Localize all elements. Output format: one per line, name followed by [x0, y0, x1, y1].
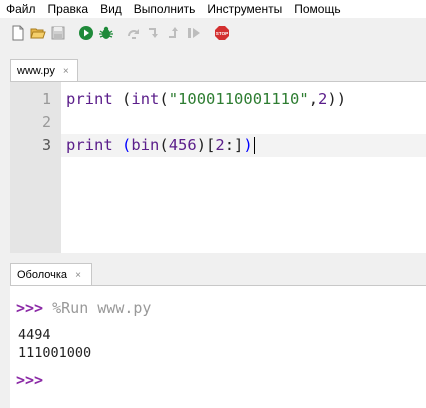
shell-input-line[interactable]: >>>	[16, 368, 426, 392]
line-number: 3	[41, 136, 51, 154]
shell-prompt: >>>	[16, 299, 44, 317]
code-line-current[interactable]: print (bin(456)[2:])	[61, 134, 426, 157]
output-line: 111001000	[18, 345, 92, 361]
toolbar: STOP	[0, 20, 426, 46]
editor-tabbar: www.py ×	[0, 54, 426, 82]
code-line[interactable]: print (int("1000110001110",2))	[66, 88, 426, 111]
run-icon[interactable]	[78, 25, 94, 41]
shell-run-line: >>> %Run www.py	[16, 296, 426, 320]
menu-file[interactable]: Файл	[6, 2, 36, 16]
line-number: 1	[41, 90, 51, 108]
shell-console[interactable]: >>> %Run www.py 4494 111001000 >>>	[10, 285, 426, 408]
shell-output: 4494 111001000	[16, 326, 426, 362]
menu-tools[interactable]: Инструменты	[207, 2, 282, 16]
run-command: %Run www.py	[43, 299, 152, 317]
output-line: 4494	[18, 327, 51, 343]
stop-icon[interactable]: STOP	[214, 25, 230, 41]
menu-help[interactable]: Помощь	[294, 2, 340, 16]
step-out-icon[interactable]	[166, 25, 182, 41]
menu-bar: Файл Правка Вид Выполнить Инструменты По…	[0, 0, 426, 18]
code-line[interactable]	[66, 111, 426, 134]
step-over-icon[interactable]	[126, 25, 142, 41]
tab-shell[interactable]: Оболочка ×	[10, 263, 92, 286]
open-folder-icon[interactable]	[30, 25, 46, 41]
menu-view[interactable]: Вид	[100, 2, 122, 16]
new-file-icon[interactable]	[10, 25, 26, 41]
menu-run[interactable]: Выполнить	[134, 2, 196, 16]
line-number: 2	[41, 113, 51, 131]
tab-label: www.py	[17, 65, 55, 77]
shell-tabbar: Оболочка ×	[0, 260, 426, 286]
stop-label: STOP	[216, 31, 228, 36]
close-icon[interactable]: ×	[75, 270, 81, 281]
line-number-gutter: 1 2 3	[10, 82, 61, 253]
code-area[interactable]: print (int("1000110001110",2)) print (bi…	[61, 82, 426, 253]
menu-edit[interactable]: Правка	[48, 2, 89, 16]
text-cursor	[253, 137, 255, 154]
tab-label: Оболочка	[17, 269, 68, 281]
debug-icon[interactable]	[98, 25, 114, 41]
close-icon[interactable]: ×	[63, 66, 69, 77]
tab-www-py[interactable]: www.py ×	[10, 59, 78, 82]
code-editor[interactable]: 1 2 3 print (int("1000110001110",2)) pri…	[10, 81, 426, 253]
step-into-icon[interactable]	[146, 25, 162, 41]
save-icon[interactable]	[50, 25, 66, 41]
shell-prompt: >>>	[16, 371, 44, 389]
resume-icon[interactable]	[186, 25, 202, 41]
